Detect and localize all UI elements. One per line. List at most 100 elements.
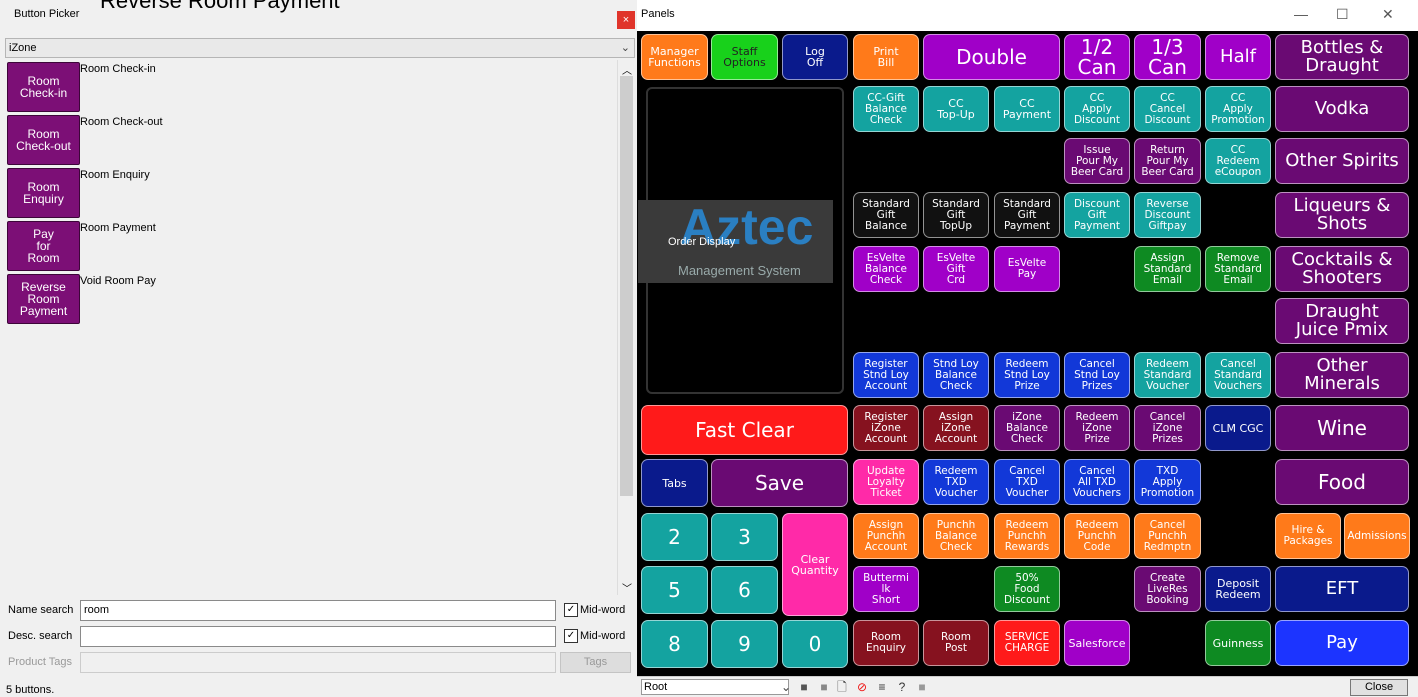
name-midword-checkbox[interactable]: ✓ Mid-word [564, 603, 625, 617]
food-button[interactable]: Food [1275, 459, 1409, 505]
list-item[interactable]: Pay for Room Room Payment [5, 219, 617, 273]
punchh-balance-button[interactable]: Punchh Balance Check [923, 513, 989, 559]
cc-gift-balance-button[interactable]: CC-Gift Balance Check [853, 86, 919, 132]
number-3-button[interactable]: 3 [711, 513, 778, 561]
scroll-up-icon[interactable]: ︿ [622, 62, 632, 77]
half-can-button[interactable]: 1/2 Can [1064, 34, 1130, 80]
izone-balance-button[interactable]: iZone Balance Check [994, 405, 1060, 451]
print-bill-button[interactable]: Print Bill [853, 34, 919, 80]
close-window-icon[interactable]: ✕ [1382, 6, 1394, 23]
admissions-button[interactable]: Admissions [1344, 513, 1410, 559]
double-button[interactable]: Double [923, 34, 1060, 80]
buttermilk-short-button[interactable]: Buttermi lk Short [853, 566, 919, 612]
remove-standard-email-button[interactable]: Remove Standard Email [1205, 246, 1271, 292]
list-item-button[interactable]: Reverse Room Payment [7, 274, 80, 324]
list-item[interactable]: Room Check-in Room Check-in [5, 60, 617, 114]
cc-payment-button[interactable]: CC Payment [994, 86, 1060, 132]
cc-apply-discount-button[interactable]: CC Apply Discount [1064, 86, 1130, 132]
standard-gift-topup-button[interactable]: Standard Gift TopUp [923, 192, 989, 238]
number-8-button[interactable]: 8 [641, 620, 708, 668]
assign-standard-email-button[interactable]: Assign Standard Email [1134, 246, 1201, 292]
help-icon[interactable]: ? [896, 681, 908, 693]
redeem-punchh-rewards-button[interactable]: Redeem Punchh Rewards [994, 513, 1060, 559]
chevron-down-icon[interactable]: ⌄ [780, 681, 792, 693]
number-2-button[interactable]: 2 [641, 513, 708, 561]
list-item[interactable]: Room Enquiry Room Enquiry [5, 166, 617, 220]
third-can-button[interactable]: 1/3 Can [1134, 34, 1201, 80]
esvelte-pay-button[interactable]: EsVelte Pay [994, 246, 1060, 292]
room-enquiry-button[interactable]: Room Enquiry [853, 620, 919, 666]
list-scrollbar[interactable]: ︿ ﹀ [617, 60, 635, 595]
clear-quantity-button[interactable]: Clear Quantity [782, 513, 848, 616]
list-item-button[interactable]: Room Enquiry [7, 168, 80, 218]
issue-pour-button[interactable]: Issue Pour My Beer Card [1064, 138, 1130, 184]
save-disk-icon[interactable]: ■ [798, 681, 810, 693]
pay-button[interactable]: Pay [1275, 620, 1409, 666]
minimize-icon[interactable]: — [1294, 6, 1308, 22]
list-item[interactable]: Room Check-out Room Check-out [5, 113, 617, 167]
fast-clear-button[interactable]: Fast Clear [641, 405, 848, 455]
hire-packages-button[interactable]: Hire & Packages [1275, 513, 1341, 559]
manager-functions-button[interactable]: Manager Functions [641, 34, 708, 80]
list-item-button[interactable]: Room Check-out [7, 115, 80, 165]
liqueurs-shots-button[interactable]: Liqueurs & Shots [1275, 192, 1409, 238]
number-0-button[interactable]: 0 [782, 620, 848, 668]
room-post-button[interactable]: Room Post [923, 620, 989, 666]
cc-topup-button[interactable]: CC Top-Up [923, 86, 989, 132]
cancel-all-txd-button[interactable]: Cancel All TXD Vouchers [1064, 459, 1130, 505]
esvelte-gift-button[interactable]: EsVelte Gift Crd [923, 246, 989, 292]
list-item-button[interactable]: Pay for Room [7, 221, 80, 271]
redeem-stnd-loy-button[interactable]: Redeem Stnd Loy Prize [994, 352, 1060, 398]
register-stnd-loy-button[interactable]: Register Stnd Loy Account [853, 352, 919, 398]
return-pour-button[interactable]: Return Pour My Beer Card [1134, 138, 1201, 184]
reverse-discount-giftpay-button[interactable]: Reverse Discount Giftpay [1134, 192, 1201, 238]
register-izone-button[interactable]: Register iZone Account [853, 405, 919, 451]
list-item[interactable]: Reverse Room Payment Void Room Pay [5, 272, 617, 326]
root-select[interactable]: Root [641, 679, 789, 695]
scroll-down-icon[interactable]: ﹀ [622, 580, 632, 595]
discount-gift-payment-button[interactable]: Discount Gift Payment [1064, 192, 1130, 238]
number-5-button[interactable]: 5 [641, 566, 708, 614]
product-tags-input[interactable] [80, 652, 556, 673]
name-search-input[interactable]: room [80, 600, 556, 621]
redeem-izone-button[interactable]: Redeem iZone Prize [1064, 405, 1130, 451]
staff-options-button[interactable]: Staff Options [711, 34, 778, 80]
close-button[interactable]: Close [1350, 679, 1408, 696]
vodka-button[interactable]: Vodka [1275, 86, 1409, 132]
standard-gift-balance-button[interactable]: Standard Gift Balance [853, 192, 919, 238]
assign-izone-button[interactable]: Assign iZone Account [923, 405, 989, 451]
cancel-izone-button[interactable]: Cancel iZone Prizes [1134, 405, 1201, 451]
grid-icon[interactable]: ■ [818, 681, 830, 693]
deposit-redeem-button[interactable]: Deposit Redeem [1205, 566, 1271, 612]
stnd-loy-balance-button[interactable]: Stnd Loy Balance Check [923, 352, 989, 398]
maximize-icon[interactable]: ☐ [1336, 6, 1349, 23]
number-9-button[interactable]: 9 [711, 620, 778, 668]
wine-button[interactable]: Wine [1275, 405, 1409, 451]
esvelte-balance-button[interactable]: EsVelte Balance Check [853, 246, 919, 292]
cc-apply-promotion-button[interactable]: CC Apply Promotion [1205, 86, 1271, 132]
number-6-button[interactable]: 6 [711, 566, 778, 614]
service-charge-button[interactable]: SERVICE CHARGE [994, 620, 1060, 666]
cancel-standard-vouchers-button[interactable]: Cancel Standard Vouchers [1205, 352, 1271, 398]
cancel-punchh-button[interactable]: Cancel Punchh Redmptn [1134, 513, 1201, 559]
blank-icon[interactable]: ■ [916, 681, 928, 693]
no-entry-icon[interactable]: ⊘ [856, 681, 868, 693]
cocktails-shooters-button[interactable]: Cocktails & Shooters [1275, 246, 1409, 292]
salesforce-button[interactable]: Salesforce [1064, 620, 1130, 666]
assign-punchh-button[interactable]: Assign Punchh Account [853, 513, 919, 559]
clm-cgc-button[interactable]: CLM CGC [1205, 405, 1271, 451]
txd-apply-promotion-button[interactable]: TXD Apply Promotion [1134, 459, 1201, 505]
food-discount-button[interactable]: 50% Food Discount [994, 566, 1060, 612]
guinness-button[interactable]: Guinness [1205, 620, 1271, 666]
standard-gift-payment-button[interactable]: Standard Gift Payment [994, 192, 1060, 238]
cancel-stnd-loy-button[interactable]: Cancel Stnd Loy Prizes [1064, 352, 1130, 398]
desc-search-input[interactable] [80, 626, 556, 647]
cc-cancel-discount-button[interactable]: CC Cancel Discount [1134, 86, 1201, 132]
draught-juice-button[interactable]: Draught Juice Pmix [1275, 298, 1409, 344]
zone-select[interactable]: iZone ⌄ [5, 38, 635, 58]
redeem-punchh-code-button[interactable]: Redeem Punchh Code [1064, 513, 1130, 559]
desc-midword-checkbox[interactable]: ✓ Mid-word [564, 629, 625, 643]
update-loyalty-button[interactable]: Update Loyalty Ticket [853, 459, 919, 505]
save-button[interactable]: Save [711, 459, 848, 507]
half-button[interactable]: Half [1205, 34, 1271, 80]
